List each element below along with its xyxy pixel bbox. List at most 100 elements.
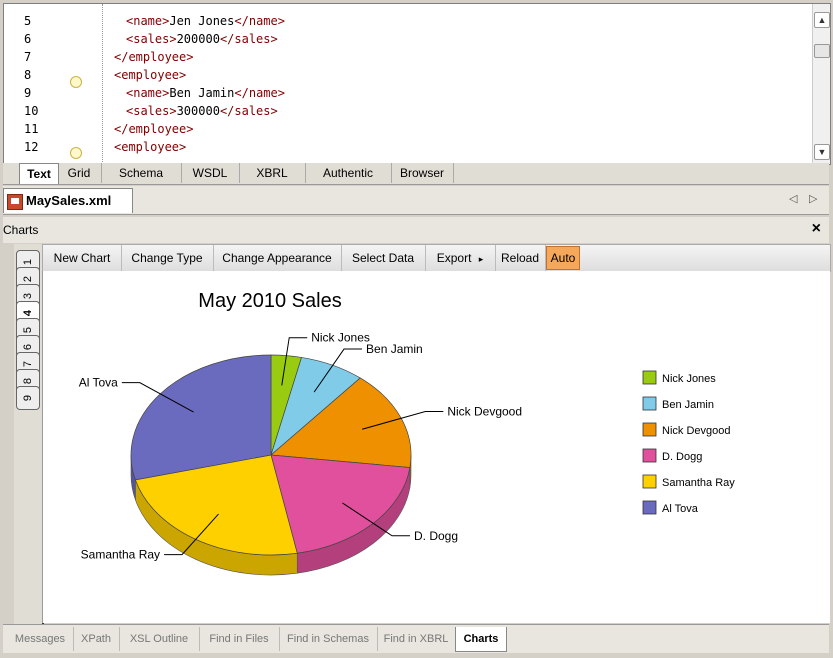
chart-tab-9[interactable]: 9 [16, 386, 40, 410]
xml-tag: </name> [234, 14, 285, 28]
chart-toolbar: New Chart Change Type Change Appearance … [42, 244, 831, 272]
output-window-tabs: Messages XPath XSL Outline Find in Files Fin… [3, 624, 829, 653]
charts-window-header: Charts × [3, 217, 829, 243]
change-type-button[interactable]: Change Type [121, 245, 214, 271]
tab-wsdl[interactable]: WSDL [181, 163, 240, 183]
line-number: 7 [24, 50, 32, 64]
legend-label: Samantha Ray [662, 477, 735, 489]
tab-text[interactable]: Text [19, 163, 59, 184]
slice-label: D. Dogg [414, 529, 458, 543]
xml-text-editor[interactable]: 5 <name>Jen Jones</name> 6 <sales>200000</s… [3, 3, 831, 165]
bottom-tab-charts[interactable]: Charts [455, 627, 507, 652]
chart-title: May 2010 Sales [198, 290, 341, 312]
legend-swatch [642, 474, 657, 489]
xml-value: 300000 [176, 104, 220, 118]
legend-swatch [642, 422, 657, 437]
line-number: 11 [24, 122, 39, 136]
code-text: <name>Jen Jones</name> [126, 12, 285, 30]
code-text: <employee> [114, 138, 186, 156]
xml-tag: <name> [126, 14, 170, 28]
bottom-tab-xpath[interactable]: XPath [73, 627, 120, 651]
scroll-thumb[interactable] [814, 44, 830, 58]
legend-label: Nick Jones [662, 373, 716, 385]
xml-tag: </employee> [114, 122, 194, 136]
xml-tag: </employee> [114, 50, 194, 64]
line-number: 6 [24, 32, 32, 46]
slice-label: Samantha Ray [81, 548, 160, 562]
legend-swatch [642, 396, 657, 411]
tab-authentic[interactable]: Authentic [305, 163, 392, 183]
bottom-tab-xsl-outline[interactable]: XSL Outline [119, 627, 200, 651]
code-text: <employee> [114, 66, 186, 84]
code-line: 10 <sales>300000</sales> [4, 102, 830, 120]
scroll-down-icon[interactable]: ▼ [814, 144, 830, 160]
code-text: </employee> [114, 120, 193, 138]
xml-value: 200000 [176, 32, 220, 46]
tab-browser[interactable]: Browser [391, 163, 454, 183]
code-line: 12 <employee> [4, 138, 830, 156]
legend-swatch [642, 448, 657, 463]
charts-window-title: Charts [3, 223, 39, 237]
xml-file-icon [7, 194, 23, 210]
document-tab-maysales[interactable]: MaySales.xml [3, 188, 133, 213]
xml-value: Jen Jones [169, 14, 235, 28]
code-line: 9 <name>Ben Jamin</name> [4, 84, 830, 102]
legend-label: Nick Devgood [662, 425, 730, 437]
line-number: 5 [24, 14, 32, 28]
code-line: 5 <name>Jen Jones</name> [4, 12, 830, 30]
code-text: <sales>200000</sales> [126, 30, 278, 48]
legend-label: Al Tova [662, 503, 699, 515]
code-text: <sales>300000</sales> [126, 102, 278, 120]
tab-scroll-left-icon[interactable]: ◁ [789, 192, 797, 205]
fold-marker-icon[interactable] [70, 76, 82, 88]
xml-tag: <employee> [114, 68, 187, 82]
tab-grid[interactable]: Grid [57, 163, 102, 183]
select-data-button[interactable]: Select Data [341, 245, 426, 271]
legend-label: Ben Jamin [662, 399, 714, 411]
tab-xbrl[interactable]: XBRL [239, 163, 306, 183]
tab-schema[interactable]: Schema [101, 163, 182, 183]
reload-button[interactable]: Reload [495, 245, 546, 271]
xml-tag: </sales> [219, 104, 278, 118]
slice-label: Ben Jamin [366, 342, 423, 356]
code-line: 8 <employee> [4, 66, 830, 84]
xml-tag: <employee> [114, 140, 187, 154]
xml-value: Ben Jamin [169, 86, 235, 100]
bottom-tab-find-in-schemas[interactable]: Find in Schemas [279, 627, 378, 651]
slice-label: Nick Jones [311, 331, 370, 345]
document-tab-label: MaySales.xml [26, 193, 112, 208]
line-number: 12 [24, 140, 39, 154]
pie-chart: May 2010 SalesNick JonesBen JaminNick De… [79, 290, 735, 576]
document-tab-bar: MaySales.xml ◁ ▷ [3, 186, 829, 215]
tab-scroll-right-icon[interactable]: ▷ [809, 192, 817, 205]
line-number: 10 [24, 104, 39, 118]
xml-tag: </name> [234, 86, 285, 100]
fold-marker-icon[interactable] [70, 147, 82, 159]
xml-tag: <sales> [126, 32, 177, 46]
auto-toggle-button[interactable]: Auto [546, 246, 580, 270]
line-number: 9 [24, 86, 32, 100]
scroll-up-icon[interactable]: ▲ [814, 12, 830, 28]
chart-number-tabs: 123456789 [14, 244, 44, 624]
close-icon[interactable]: × [812, 220, 821, 238]
legend-swatch [642, 370, 657, 385]
bottom-tab-find-in-files[interactable]: Find in Files [199, 627, 280, 651]
slice-label: Nick Devgood [447, 405, 522, 419]
export-button[interactable]: Export ▸ [425, 245, 496, 271]
code-text: </employee> [114, 48, 193, 66]
editor-vertical-scrollbar[interactable]: ▲ ▼ [812, 4, 830, 164]
xml-tag: <name> [126, 86, 170, 100]
change-appearance-button[interactable]: Change Appearance [213, 245, 342, 271]
bottom-tab-find-in-xbrl[interactable]: Find in XBRL [377, 627, 456, 651]
legend-label: D. Dogg [662, 451, 702, 463]
code-line: 6 <sales>200000</sales> [4, 30, 830, 48]
export-label: Export [436, 251, 472, 265]
code-line: 7 </employee> [4, 48, 830, 66]
new-chart-button[interactable]: New Chart [43, 245, 122, 271]
xml-tag: <sales> [126, 104, 177, 118]
legend-swatch [642, 500, 657, 515]
slice-label: Al Tova [79, 376, 118, 390]
bottom-tab-messages[interactable]: Messages [7, 627, 74, 651]
submenu-arrow-icon: ▸ [478, 254, 484, 264]
xml-tag: </sales> [219, 32, 278, 46]
